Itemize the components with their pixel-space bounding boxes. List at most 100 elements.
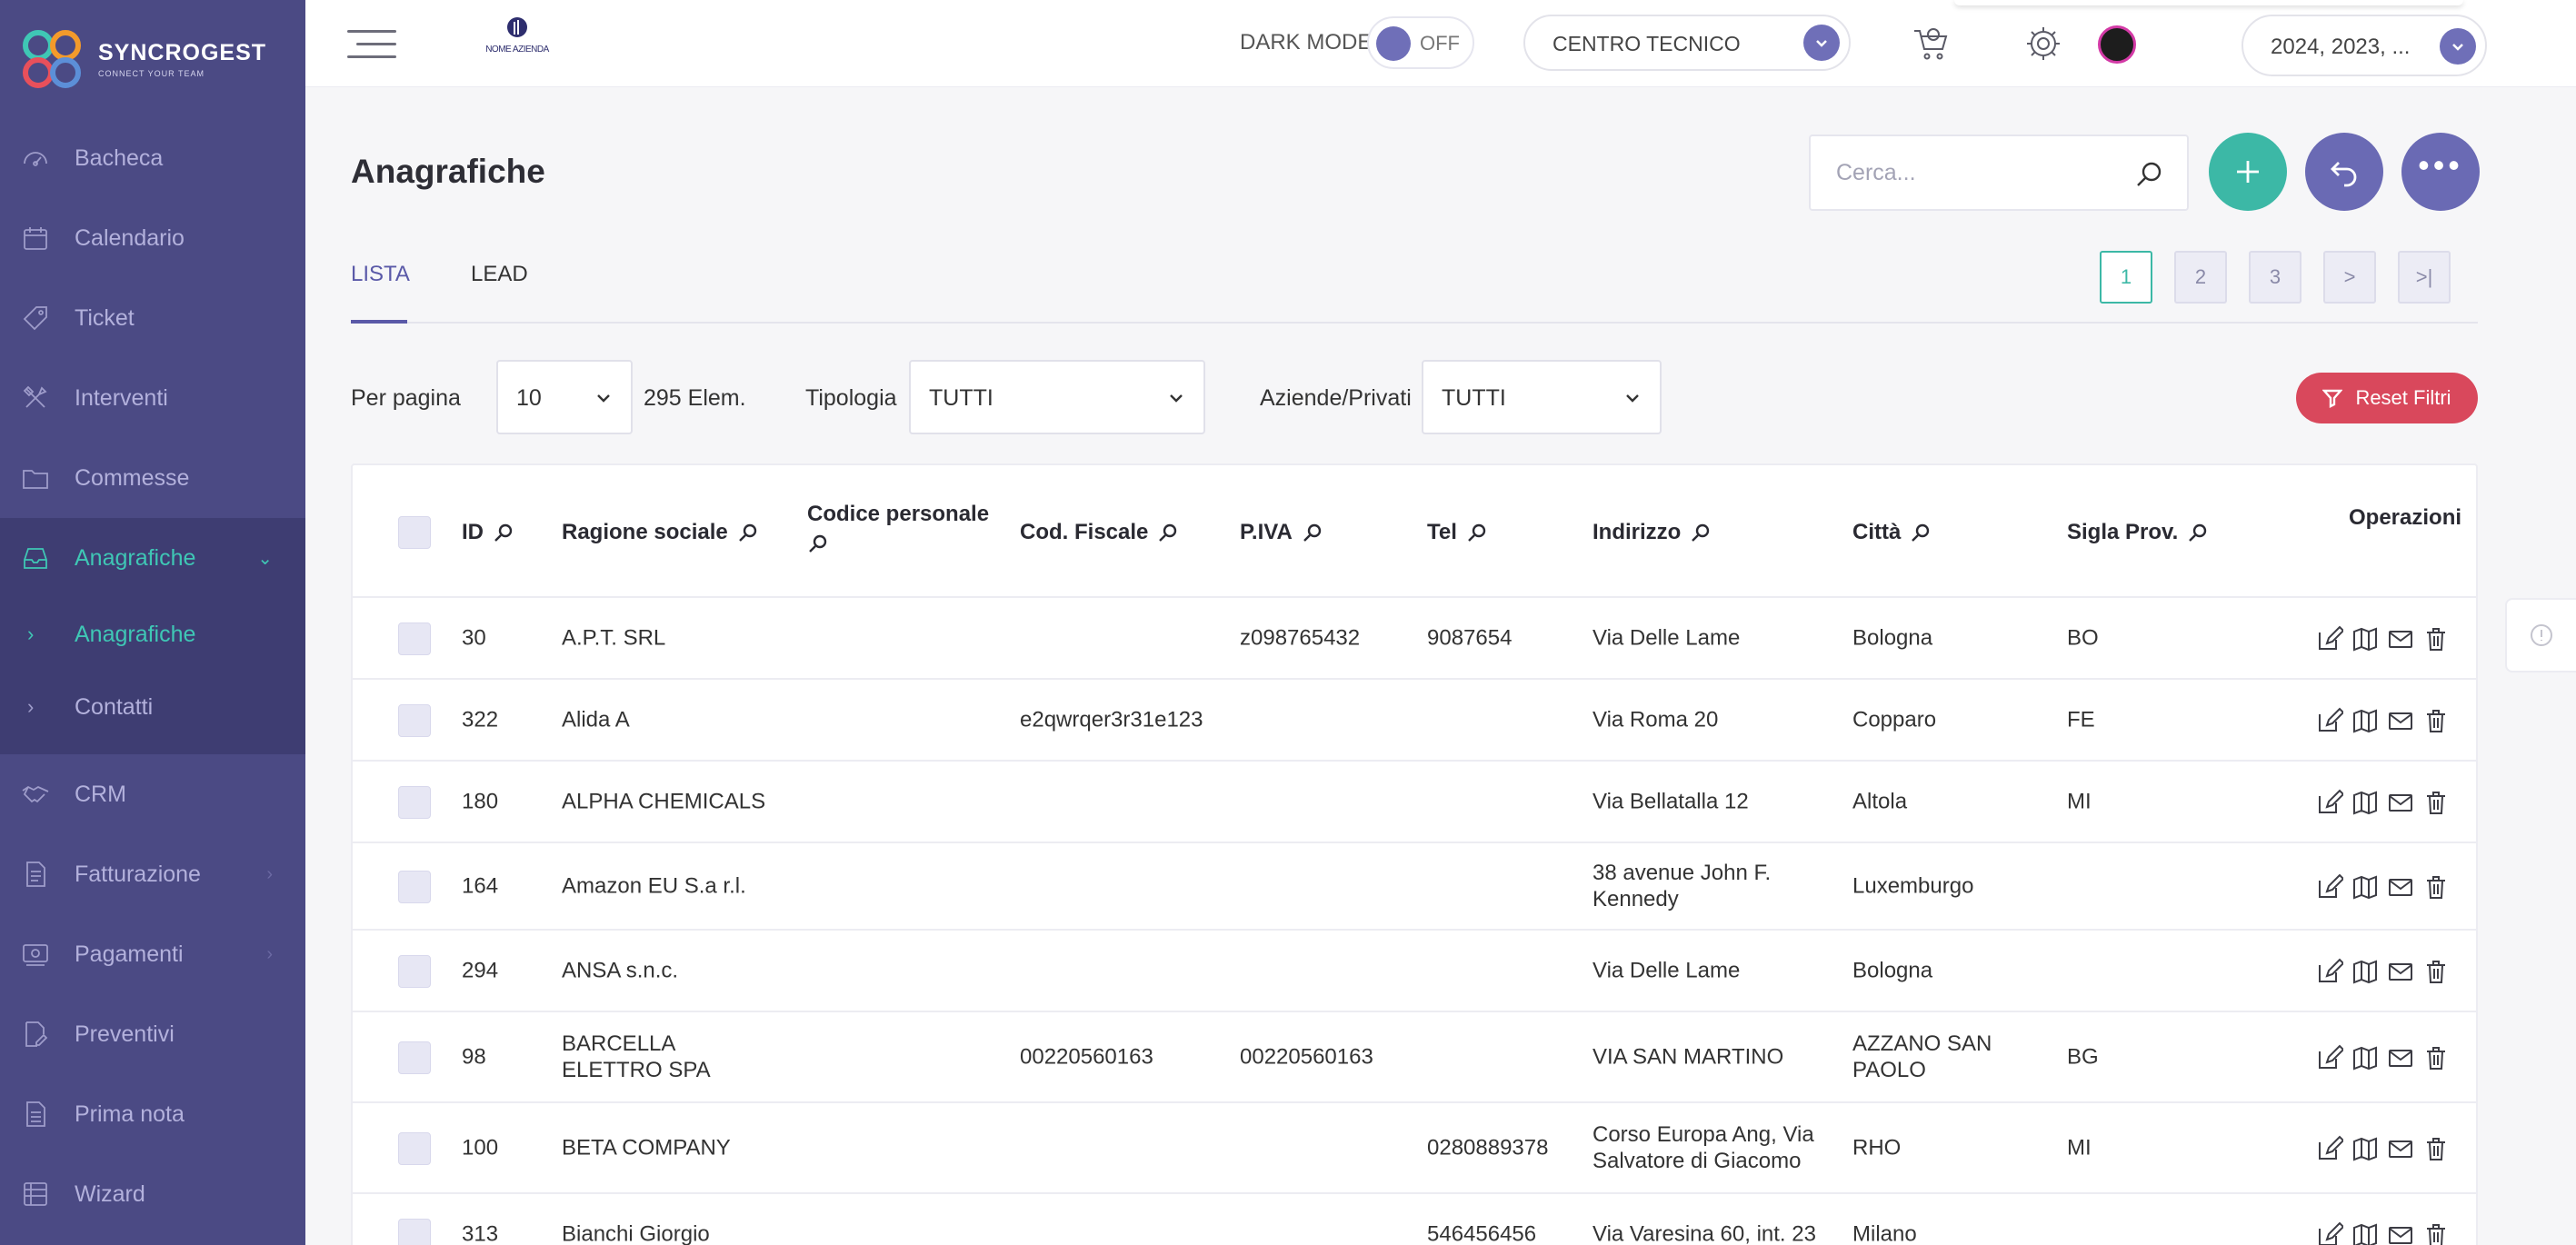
trash-icon[interactable] xyxy=(2422,625,2450,652)
per-page-select[interactable]: 10 xyxy=(496,360,633,434)
row-checkbox[interactable] xyxy=(398,955,431,988)
mail-icon[interactable] xyxy=(2387,789,2414,816)
sidebar-item-prima-nota[interactable]: Prima nota xyxy=(0,1074,305,1154)
map-icon[interactable] xyxy=(2351,789,2379,816)
edit-icon[interactable] xyxy=(2316,1221,2345,1245)
mail-icon[interactable] xyxy=(2387,1044,2414,1071)
sidebar-item-interventi[interactable]: Interventi xyxy=(0,358,305,438)
map-icon[interactable] xyxy=(2351,1221,2379,1245)
map-icon[interactable] xyxy=(2351,1044,2379,1071)
search-icon[interactable] xyxy=(1302,522,1323,543)
cell-piva: z098765432 xyxy=(1240,625,1361,651)
row-checkbox[interactable] xyxy=(398,786,431,819)
mail-icon[interactable] xyxy=(2387,1135,2414,1162)
trash-icon[interactable] xyxy=(2422,707,2450,734)
sidebar-item-pagamenti[interactable]: Pagamenti › xyxy=(0,914,305,994)
column-label: Tel xyxy=(1427,520,1457,544)
table-row[interactable]: 322 Alida A e2qwrqer3r31e123 Via Roma 20 Cop… xyxy=(353,680,2476,762)
search-icon[interactable] xyxy=(493,522,514,543)
avatar[interactable] xyxy=(2098,25,2136,64)
search-icon[interactable] xyxy=(2187,522,2209,543)
cell-id: 313 xyxy=(462,1221,499,1245)
edit-icon[interactable] xyxy=(2316,1044,2345,1071)
mail-icon[interactable] xyxy=(2387,1221,2414,1245)
sidebar-subitem-anagrafiche[interactable]: › Anagrafiche xyxy=(0,598,305,671)
cart-icon[interactable] xyxy=(1909,22,1952,65)
search-icon[interactable] xyxy=(1466,522,1488,543)
edit-icon[interactable] xyxy=(2316,707,2345,734)
tab-lead[interactable]: LEAD xyxy=(471,256,528,324)
table-row[interactable]: 100 BETA COMPANY 0280889378 Corso Europa An… xyxy=(353,1103,2476,1194)
edit-icon[interactable] xyxy=(2316,625,2345,652)
table-row[interactable]: 164 Amazon EU S.a r.l. 38 avenue John F. K… xyxy=(353,843,2476,931)
sidebar-item-anagrafiche[interactable]: Anagrafiche ⌄ xyxy=(0,518,305,598)
sidebar-item-wizard[interactable]: Wizard xyxy=(0,1154,305,1234)
row-checkbox[interactable] xyxy=(398,871,431,903)
sidebar-item-calendario[interactable]: Calendario xyxy=(0,198,305,278)
sidebar-item-fatturazione[interactable]: Fatturazione › xyxy=(0,834,305,914)
edit-icon[interactable] xyxy=(2316,958,2345,985)
center-select[interactable]: CENTRO TECNICO xyxy=(1523,15,1851,71)
map-icon[interactable] xyxy=(2351,873,2379,901)
mail-icon[interactable] xyxy=(2387,707,2414,734)
more-options-button[interactable]: ••• xyxy=(2401,133,2480,211)
trash-icon[interactable] xyxy=(2422,873,2450,901)
page-last-button[interactable]: >| xyxy=(2398,251,2451,304)
search-input[interactable] xyxy=(1836,156,2109,189)
row-checkbox[interactable] xyxy=(398,1132,431,1165)
row-checkbox[interactable] xyxy=(398,1219,431,1245)
mail-icon[interactable] xyxy=(2387,625,2414,652)
sidebar-item-commesse[interactable]: Commesse xyxy=(0,438,305,518)
search-icon[interactable] xyxy=(1690,522,1712,543)
sidebar-item-preventivi[interactable]: Preventivi xyxy=(0,994,305,1074)
gear-icon[interactable] xyxy=(2022,22,2065,65)
sidebar-item-bacheca[interactable]: Bacheca xyxy=(0,118,305,198)
tab-lista[interactable]: LISTA xyxy=(351,256,410,324)
row-checkbox[interactable] xyxy=(398,622,431,655)
reset-filters-button[interactable]: Reset Filtri xyxy=(2296,373,2478,423)
table-row[interactable]: 313 Bianchi Giorgio 546456456 Via Varesina … xyxy=(353,1194,2476,1245)
sidebar-item-crm[interactable]: CRM xyxy=(0,754,305,834)
map-icon[interactable] xyxy=(2351,1135,2379,1162)
row-checkbox[interactable] xyxy=(398,704,431,737)
page-button-2[interactable]: 2 xyxy=(2174,251,2227,304)
page-next-button[interactable]: > xyxy=(2323,251,2376,304)
tipologia-select[interactable]: TUTTI xyxy=(909,360,1205,434)
brand[interactable]: SYNCROGEST CONNECT YOUR TEAM xyxy=(0,0,305,118)
search-icon[interactable] xyxy=(1910,522,1932,543)
table-row[interactable]: 294 ANSA s.n.c. Via Delle Lame Bologna xyxy=(353,931,2476,1012)
sidebar-subitem-contatti[interactable]: › Contatti xyxy=(0,671,305,743)
trash-icon[interactable] xyxy=(2422,1221,2450,1245)
table-row[interactable]: 30 A.P.T. SRL z098765432 9087654 Via Delle L… xyxy=(353,598,2476,680)
mail-icon[interactable] xyxy=(2387,873,2414,901)
edit-icon[interactable] xyxy=(2316,873,2345,901)
back-button[interactable] xyxy=(2305,133,2383,211)
sidebar-item-ticket[interactable]: Ticket xyxy=(0,278,305,358)
edit-icon[interactable] xyxy=(2316,789,2345,816)
search-icon[interactable] xyxy=(737,522,759,543)
aziende-privati-select[interactable]: TUTTI xyxy=(1422,360,1662,434)
edit-icon[interactable] xyxy=(2316,1135,2345,1162)
table-row[interactable]: 180 ALPHA CHEMICALS Via Bellatalla 12 Altol… xyxy=(353,762,2476,843)
select-all-checkbox[interactable] xyxy=(398,516,431,549)
search-icon[interactable] xyxy=(807,533,829,554)
trash-icon[interactable] xyxy=(2422,789,2450,816)
page-button-1[interactable]: 1 xyxy=(2100,251,2152,304)
table-row[interactable]: 98 BARCELLA ELETTRO SPA 00220560163 0022056… xyxy=(353,1012,2476,1103)
hamburger-menu-icon[interactable] xyxy=(347,30,396,59)
dark-mode-toggle[interactable]: OFF xyxy=(1367,16,1474,69)
add-button[interactable] xyxy=(2209,133,2287,211)
trash-icon[interactable] xyxy=(2422,958,2450,985)
mail-icon[interactable] xyxy=(2387,958,2414,985)
trash-icon[interactable] xyxy=(2422,1044,2450,1071)
map-icon[interactable] xyxy=(2351,707,2379,734)
side-info-tab[interactable] xyxy=(2505,598,2576,672)
search-icon[interactable] xyxy=(1157,522,1179,543)
year-select[interactable]: 2024, 2023, ... xyxy=(2242,15,2487,76)
map-icon[interactable] xyxy=(2351,625,2379,652)
search-icon[interactable] xyxy=(2134,160,2163,189)
map-icon[interactable] xyxy=(2351,958,2379,985)
page-button-3[interactable]: 3 xyxy=(2249,251,2301,304)
trash-icon[interactable] xyxy=(2422,1135,2450,1162)
row-checkbox[interactable] xyxy=(398,1041,431,1074)
